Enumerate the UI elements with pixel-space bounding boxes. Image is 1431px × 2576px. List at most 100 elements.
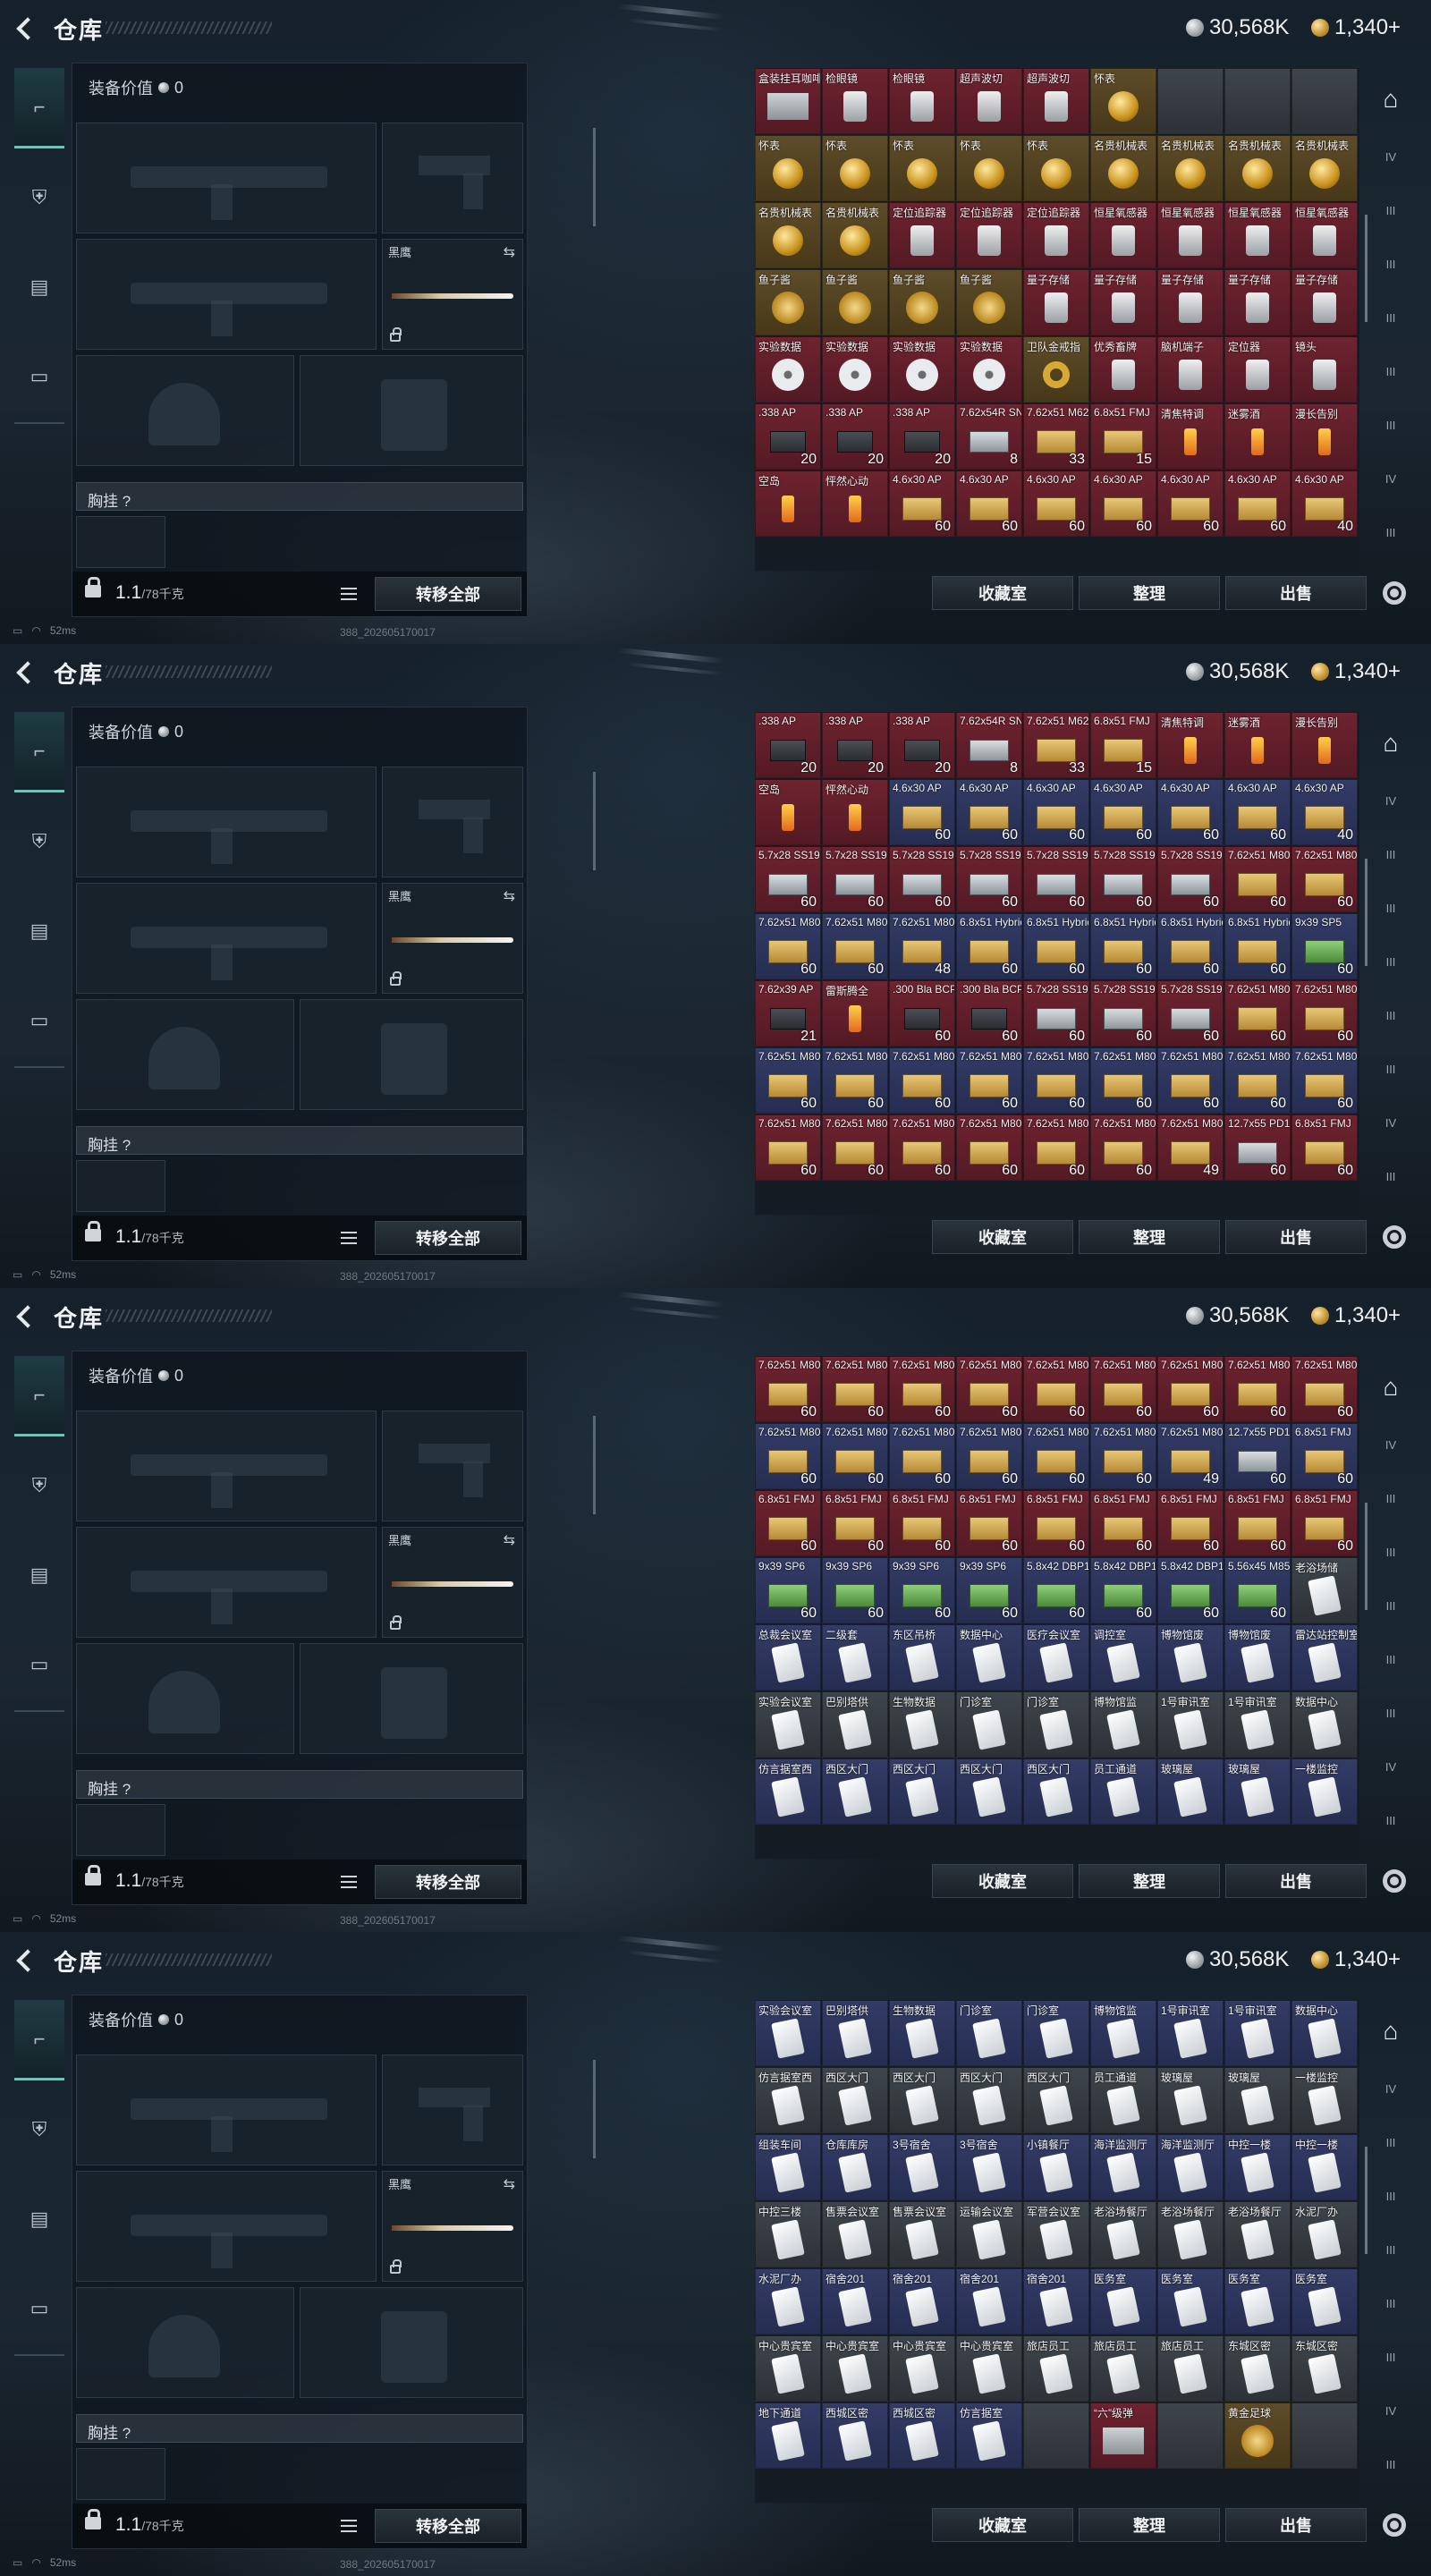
chest-rig-slot[interactable] <box>76 516 165 568</box>
inventory-item[interactable]: 量子存储 <box>1157 269 1224 335</box>
inventory-item[interactable]: .338 AP 20 <box>889 712 955 778</box>
inventory-item[interactable]: 9x39 SP6 60 <box>755 1557 821 1623</box>
inventory-item[interactable]: 7.62x51 M80 60 <box>889 1114 955 1181</box>
inventory-item[interactable]: 6.8x51 Hybrid 60 <box>1224 913 1291 979</box>
inventory-item[interactable]: 定位器 <box>1224 336 1291 402</box>
inventory-item[interactable]: 7.62x51 M80 60 <box>1023 1114 1089 1181</box>
inventory-item[interactable]: 中控三楼 <box>755 2201 821 2267</box>
storage-tab[interactable]: III <box>1370 501 1411 564</box>
inventory-item[interactable]: 5.7x28 SS190 60 <box>1023 980 1089 1046</box>
inventory-item[interactable]: 盒装挂耳咖啡 <box>755 68 821 134</box>
inventory-item[interactable]: 7.62x51 M80 60 <box>1090 1356 1156 1422</box>
inventory-item[interactable]: 博物馆废 <box>1224 1624 1291 1690</box>
inventory-item[interactable]: 西区大门 <box>956 2067 1022 2133</box>
back-arrow-icon[interactable] <box>14 660 38 683</box>
inventory-item[interactable]: 宿舍201 <box>1023 2268 1089 2334</box>
inventory-item[interactable]: 5.56x45 M855A1 60 <box>1224 1557 1291 1623</box>
inventory-item[interactable]: 老浴场餐厅 <box>1090 2201 1156 2267</box>
inventory-item[interactable]: 怦然心动 <box>822 470 888 537</box>
list-icon[interactable] <box>341 1876 357 1888</box>
inventory-item[interactable]: 7.62x51 M80 60 <box>1157 1047 1224 1114</box>
inventory-item[interactable]: 7.62x51 M80 60 <box>889 1047 955 1114</box>
pistol-slot[interactable] <box>382 2055 523 2165</box>
inventory-item[interactable]: 5.7x28 SS190 60 <box>956 846 1022 912</box>
inventory-item[interactable]: 玻璃屋 <box>1157 2067 1224 2133</box>
body-armor-slot[interactable] <box>300 999 523 1110</box>
inventory-item[interactable]: 7.62x54R SNB 8 <box>956 403 1022 470</box>
gold-currency[interactable]: 1,340+ <box>1311 14 1401 41</box>
inventory-item[interactable]: 7.62x51 M80 60 <box>822 1114 888 1181</box>
inventory-item[interactable]: 漫长告别 <box>1291 403 1358 470</box>
inventory-item[interactable]: 7.62x51 M80 60 <box>822 1423 888 1489</box>
inventory-item[interactable]: 博物馆监 <box>1090 2000 1156 2066</box>
chest-rig-slot[interactable] <box>76 2448 165 2500</box>
collection-room-button[interactable]: 收藏室 <box>932 1864 1073 1898</box>
inventory-item[interactable]: 迷雾酒 <box>1224 712 1291 778</box>
inventory-item[interactable]: 运输会议室 <box>956 2201 1022 2267</box>
settings-gear-icon[interactable] <box>1383 1869 1406 1893</box>
inventory-item[interactable]: 迷雾酒 <box>1224 403 1291 470</box>
inventory-item[interactable]: 实验数据 <box>755 336 821 402</box>
inventory-item[interactable]: 巴别塔供 <box>822 2000 888 2066</box>
sidebar-item-armor[interactable]: ⛨ <box>14 801 64 882</box>
sidebar-item-weapons[interactable]: ⌐ <box>14 68 64 148</box>
inventory-item[interactable]: 组装车间 <box>755 2134 821 2200</box>
inventory-item[interactable]: 老浴场储 <box>1291 1557 1358 1623</box>
inventory-item[interactable]: 调控室 <box>1090 1624 1156 1690</box>
sell-button[interactable]: 出售 <box>1225 576 1367 610</box>
inventory-item[interactable]: 7.62x51 M80 60 <box>956 1423 1022 1489</box>
inventory-item[interactable]: 旅店员工 <box>1090 2335 1156 2402</box>
inventory-item[interactable]: 怀表 <box>1090 68 1156 134</box>
inventory-item[interactable]: 水泥厂办 <box>755 2268 821 2334</box>
inventory-item[interactable]: 怀表 <box>889 135 955 201</box>
inventory-item[interactable]: 实验会议室 <box>755 1691 821 1758</box>
inventory-item[interactable]: 4.6x30 AP 40 <box>1291 779 1358 845</box>
inventory-item[interactable]: 7.62x51 M80 60 <box>822 1356 888 1422</box>
inventory-item[interactable]: 4.6x30 AP 60 <box>889 779 955 845</box>
inventory-item[interactable]: 名贵机械表 <box>1224 135 1291 201</box>
inventory-item[interactable]: .338 AP 20 <box>889 403 955 470</box>
inventory-item[interactable]: 总裁会议室 <box>755 1624 821 1690</box>
sidebar-item-backpack[interactable]: ▤ <box>14 2179 64 2259</box>
inventory-item[interactable]: 卫队金戒指 <box>1023 336 1089 402</box>
lock-icon[interactable] <box>85 2509 101 2529</box>
scrollbar[interactable] <box>593 772 596 870</box>
inventory-item[interactable]: 漫长告别 <box>1291 712 1358 778</box>
inventory-item[interactable]: 9x39 SP5 60 <box>1291 913 1358 979</box>
inventory-item[interactable]: 优秀畜牌 <box>1090 336 1156 402</box>
inventory-item[interactable]: 数据中心 <box>956 1624 1022 1690</box>
sidebar-item-armor[interactable]: ⛨ <box>14 157 64 238</box>
inventory-item[interactable]: 6.8x51 FMJ 60 <box>755 1490 821 1556</box>
inventory-item[interactable]: 4.6x30 AP 60 <box>1157 779 1224 845</box>
scrollbar[interactable] <box>1365 1503 1367 1610</box>
inventory-item[interactable]: 检眼镜 <box>822 68 888 134</box>
sidebar-item-armor[interactable]: ⛨ <box>14 2089 64 2170</box>
inventory-item[interactable]: 5.7x28 SS190 60 <box>1157 980 1224 1046</box>
inventory-item[interactable]: 7.62x54R SNB 8 <box>956 712 1022 778</box>
inventory-item[interactable] <box>1291 2402 1358 2469</box>
inventory-item[interactable]: 量子存储 <box>1090 269 1156 335</box>
list-icon[interactable] <box>341 1232 357 1244</box>
inventory-item[interactable]: 员工通道 <box>1090 2067 1156 2133</box>
list-icon[interactable] <box>341 2520 357 2532</box>
silver-currency[interactable]: 30,568K <box>1186 1946 1289 1973</box>
inventory-item[interactable]: 7.62x51 M80 60 <box>1291 980 1358 1046</box>
inventory-item[interactable]: 仿言据室西 <box>755 2067 821 2133</box>
sell-button[interactable]: 出售 <box>1225 1220 1367 1254</box>
inventory-item[interactable]: 仿言据室西 <box>755 1758 821 1825</box>
inventory-item[interactable]: 医务室 <box>1291 2268 1358 2334</box>
inventory-item[interactable]: 员工通道 <box>1090 1758 1156 1825</box>
sort-button[interactable]: 整理 <box>1079 2508 1220 2542</box>
sell-button[interactable]: 出售 <box>1225 2508 1367 2542</box>
inventory-item[interactable]: 黄金足球 <box>1224 2402 1291 2469</box>
melee-slot[interactable]: 黑鹰 ⇆ <box>382 1527 523 1638</box>
inventory-item[interactable]: 小镇餐厅 <box>1023 2134 1089 2200</box>
inventory-item[interactable]: 7.62x51 M80 60 <box>755 1047 821 1114</box>
body-armor-slot[interactable] <box>300 2287 523 2398</box>
chest-rig-header[interactable]: 胸挂 ? <box>76 2414 523 2443</box>
storage-tab[interactable]: III <box>1370 1145 1411 1208</box>
sell-button[interactable]: 出售 <box>1225 1864 1367 1898</box>
inventory-item[interactable]: 实验数据 <box>822 336 888 402</box>
inventory-item[interactable]: 6.8x51 Hybrid 60 <box>1023 913 1089 979</box>
inventory-item[interactable]: 5.7x28 SS190 60 <box>1023 846 1089 912</box>
